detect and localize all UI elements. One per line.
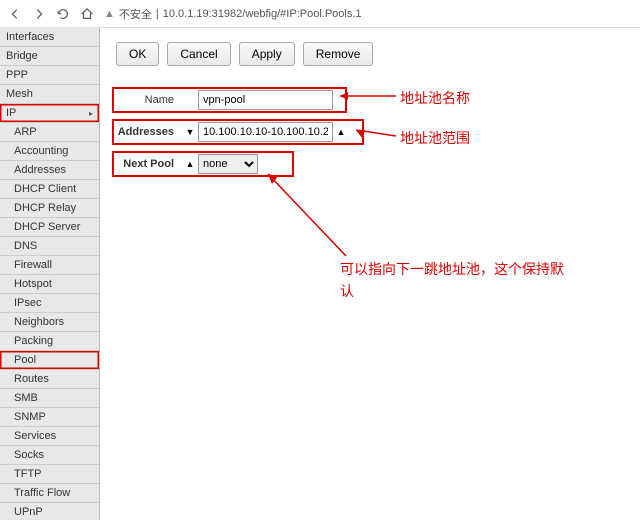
sidebar-item-label: Packing — [14, 335, 53, 347]
browser-toolbar: ▲ 不安全 | 10.0.1.19:31982/webfig/#IP:Pool.… — [0, 0, 640, 28]
sidebar-item-addresses[interactable]: Addresses — [0, 161, 99, 180]
url-bar[interactable]: ▲ 不安全 | 10.0.1.19:31982/webfig/#IP:Pool.… — [104, 6, 632, 22]
sidebar-item-services[interactable]: Services — [0, 427, 99, 446]
sidebar-item-label: UPnP — [14, 506, 43, 518]
addresses-input[interactable] — [198, 122, 333, 142]
sidebar-item-ppp[interactable]: PPP — [0, 66, 99, 85]
sidebar-item-label: Mesh — [6, 88, 33, 100]
forward-icon[interactable] — [32, 7, 46, 21]
url-text: 10.0.1.19:31982/webfig/#IP:Pool.Pools.1 — [163, 8, 362, 20]
sidebar-item-dhcp-relay[interactable]: DHCP Relay — [0, 199, 99, 218]
sidebar-item-label: Traffic Flow — [14, 487, 70, 499]
back-icon[interactable] — [8, 7, 22, 21]
annotation-name: 地址池名称 — [400, 88, 470, 108]
sidebar-item-label: Addresses — [14, 164, 66, 176]
sidebar-item-label: DHCP Server — [14, 221, 80, 233]
sidebar-item-dns[interactable]: DNS — [0, 237, 99, 256]
nextpool-up-icon[interactable]: ▲ — [182, 159, 198, 169]
sidebar-item-firewall[interactable]: Firewall — [0, 256, 99, 275]
content-area: OK Cancel Apply Remove Name Addresses ▼ … — [100, 28, 640, 520]
annotation-addresses: 地址池范围 — [400, 128, 470, 148]
sidebar-item-ip[interactable]: IP ▸ — [0, 104, 99, 123]
sidebar-item-label: Accounting — [14, 145, 68, 157]
sidebar-item-label: SMB — [14, 392, 38, 404]
sidebar-item-ipsec[interactable]: IPsec — [0, 294, 99, 313]
sidebar-item-socks[interactable]: Socks — [0, 446, 99, 465]
addresses-row: Addresses ▼ ▲ — [112, 122, 628, 142]
sidebar-item-dhcp-server[interactable]: DHCP Server — [0, 218, 99, 237]
chevron-right-icon: ▸ — [89, 109, 93, 118]
addresses-label: Addresses — [112, 126, 182, 138]
sidebar-item-hotspot[interactable]: Hotspot — [0, 275, 99, 294]
url-separator: | — [156, 8, 159, 20]
sidebar-item-label: Bridge — [6, 50, 38, 62]
sidebar-item-label: IPsec — [14, 297, 42, 309]
sidebar: Interfaces Bridge PPP Mesh IP ▸ ARP Accounting A… — [0, 28, 100, 520]
name-input[interactable] — [198, 90, 333, 110]
refresh-icon[interactable] — [56, 7, 70, 21]
sidebar-item-traffic-flow[interactable]: Traffic Flow — [0, 484, 99, 503]
sidebar-item-label: Hotspot — [14, 278, 52, 290]
security-label: 不安全 — [119, 6, 152, 22]
sidebar-item-label: Neighbors — [14, 316, 64, 328]
name-row: Name — [112, 90, 628, 110]
annotation-nextpool: 可以指向下一跳地址池，这个保持默认 — [340, 258, 570, 303]
sidebar-item-label: PPP — [6, 69, 28, 81]
sidebar-item-bridge[interactable]: Bridge — [0, 47, 99, 66]
sidebar-item-label: ARP — [14, 126, 37, 138]
sidebar-item-neighbors[interactable]: Neighbors — [0, 313, 99, 332]
sidebar-item-tftp[interactable]: TFTP — [0, 465, 99, 484]
button-row: OK Cancel Apply Remove — [116, 42, 628, 66]
sidebar-item-label: Pool — [14, 354, 36, 366]
sidebar-item-mesh[interactable]: Mesh — [0, 85, 99, 104]
sidebar-item-label: Socks — [14, 449, 44, 461]
sidebar-item-snmp[interactable]: SNMP — [0, 408, 99, 427]
sidebar-item-dhcp-client[interactable]: DHCP Client — [0, 180, 99, 199]
sidebar-item-label: IP — [6, 107, 16, 119]
name-label: Name — [112, 94, 182, 106]
addresses-up-icon[interactable]: ▲ — [333, 127, 349, 137]
sidebar-item-label: Services — [14, 430, 56, 442]
sidebar-item-routes[interactable]: Routes — [0, 370, 99, 389]
home-icon[interactable] — [80, 7, 94, 21]
sidebar-item-smb[interactable]: SMB — [0, 389, 99, 408]
sidebar-item-interfaces[interactable]: Interfaces — [0, 28, 99, 47]
sidebar-item-packing[interactable]: Packing — [0, 332, 99, 351]
addresses-expand-icon[interactable]: ▼ — [182, 127, 198, 137]
nextpool-row: Next Pool ▲ none — [112, 154, 628, 174]
nextpool-select[interactable]: none — [198, 154, 258, 174]
sidebar-item-accounting[interactable]: Accounting — [0, 142, 99, 161]
sidebar-item-label: DHCP Client — [14, 183, 76, 195]
sidebar-item-label: Firewall — [14, 259, 52, 271]
sidebar-item-label: Routes — [14, 373, 49, 385]
ok-button[interactable]: OK — [116, 42, 159, 66]
sidebar-item-upnp[interactable]: UPnP — [0, 503, 99, 520]
sidebar-item-label: SNMP — [14, 411, 46, 423]
sidebar-item-label: Interfaces — [6, 31, 54, 43]
sidebar-item-pool[interactable]: Pool — [0, 351, 99, 370]
warning-icon: ▲ — [104, 8, 115, 20]
remove-button[interactable]: Remove — [303, 42, 374, 66]
sidebar-item-label: TFTP — [14, 468, 42, 480]
sidebar-item-label: DHCP Relay — [14, 202, 76, 214]
sidebar-item-arp[interactable]: ARP — [0, 123, 99, 142]
sidebar-item-label: DNS — [14, 240, 37, 252]
apply-button[interactable]: Apply — [239, 42, 295, 66]
nextpool-label: Next Pool — [112, 158, 182, 170]
cancel-button[interactable]: Cancel — [167, 42, 230, 66]
